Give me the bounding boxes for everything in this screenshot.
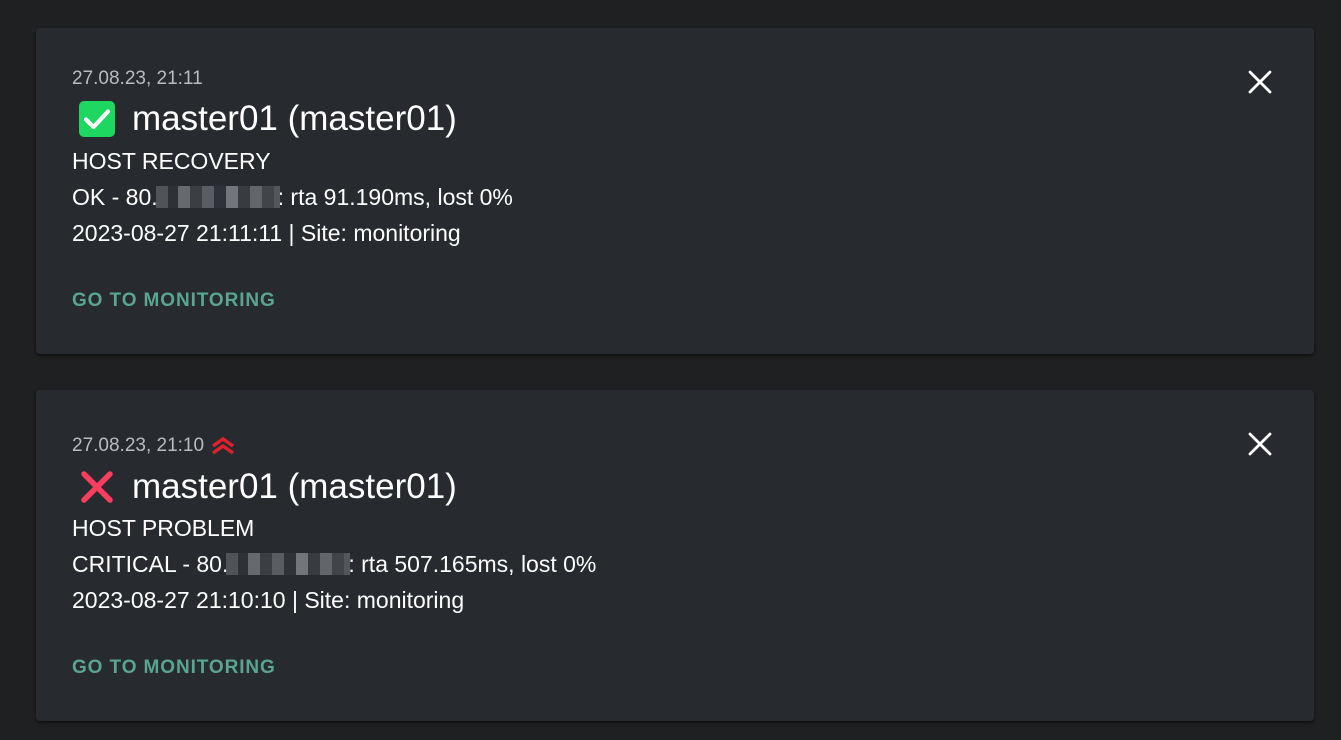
- output-suffix: : rta 507.165ms, lost 0%: [348, 551, 597, 577]
- close-icon[interactable]: [1246, 430, 1274, 458]
- go-to-monitoring-link[interactable]: GO TO MONITORING: [72, 656, 276, 680]
- notification-meta: 2023-08-27 21:11:11 | Site: monitoring: [72, 220, 461, 246]
- redacted-ip: [155, 186, 280, 208]
- notification-output: OK - 80. : rta 91.190ms, lost 0%: [72, 183, 513, 211]
- high-priority-icon: [210, 436, 236, 456]
- notification-meta: 2023-08-27 21:10:10 | Site: monitoring: [72, 587, 465, 613]
- notification-title: master01 (master01): [132, 99, 457, 138]
- redacted-ip: [226, 553, 351, 575]
- notification-card: 27.08.23, 21:10 master01 (master01) HOST…: [36, 390, 1314, 721]
- notification-timestamp: 27.08.23, 21:10: [72, 434, 236, 458]
- notification-title: master01 (master01): [132, 467, 457, 506]
- timestamp-text: 27.08.23, 21:10: [72, 435, 205, 456]
- notification-output: CRITICAL - 80. : rta 507.165ms, lost 0%: [72, 550, 596, 578]
- output-prefix: CRITICAL - 80.: [72, 551, 229, 577]
- notification-title-row: master01 (master01): [78, 466, 457, 508]
- notification-card: 27.08.23, 21:11 master01 (master01) HOST…: [36, 28, 1314, 354]
- close-icon[interactable]: [1246, 68, 1274, 96]
- output-prefix: OK - 80.: [72, 184, 158, 210]
- notification-state: HOST RECOVERY: [72, 148, 271, 174]
- notification-timestamp: 27.08.23, 21:11: [72, 67, 203, 91]
- go-to-monitoring-link[interactable]: GO TO MONITORING: [72, 289, 276, 313]
- notification-state: HOST PROBLEM: [72, 515, 255, 541]
- cross-icon: [78, 468, 116, 506]
- timestamp-text: 27.08.23, 21:11: [72, 68, 203, 89]
- output-suffix: : rta 91.190ms, lost 0%: [277, 184, 513, 210]
- notification-title-row: master01 (master01): [78, 98, 457, 140]
- check-icon: [78, 100, 116, 138]
